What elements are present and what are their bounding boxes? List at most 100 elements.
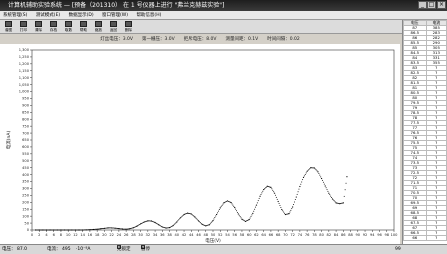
data-point-interp bbox=[228, 201, 230, 203]
x-tick-label: 42 bbox=[182, 233, 187, 237]
data-point-interp bbox=[257, 200, 259, 202]
toolbar-spectrum-button[interactable]: 谱图 bbox=[2, 21, 15, 33]
y-tick-label: 700 bbox=[22, 131, 30, 135]
data-point-interp bbox=[196, 218, 198, 220]
data-point-interp bbox=[179, 218, 181, 220]
data-point-interp bbox=[293, 204, 295, 206]
data-point-interp bbox=[298, 188, 300, 190]
data-point-interp bbox=[166, 227, 168, 229]
data-table-panel[interactable]: 电压 电流 87 385 86.5 283 86 282 85.5 290 85 305 84.5 3… bbox=[402, 20, 447, 244]
x-tick-label: 0 bbox=[31, 233, 34, 237]
data-point-interp bbox=[305, 172, 307, 174]
data-point-interp bbox=[160, 225, 162, 227]
data-point-interp bbox=[199, 222, 201, 224]
x-tick-label: 34 bbox=[153, 233, 158, 237]
data-point-interp bbox=[293, 201, 295, 203]
status-voltage-value: 87.0 bbox=[17, 247, 28, 252]
close-button[interactable]: × bbox=[437, 1, 446, 9]
data-point-interp bbox=[245, 220, 247, 222]
x-tick-label: 82 bbox=[327, 233, 332, 237]
data-point bbox=[335, 202, 337, 204]
x-tick-label: 84 bbox=[334, 233, 339, 237]
table-row[interactable]: 66? bbox=[403, 235, 447, 241]
x-tick-label: 46 bbox=[196, 233, 201, 237]
data-point-interp bbox=[174, 223, 176, 225]
toolbar-save-button[interactable]: 存档 bbox=[47, 21, 60, 33]
data-point-interp bbox=[326, 189, 328, 191]
data-point-interp bbox=[304, 173, 306, 175]
menu-help[interactable]: 帮助信息(H) bbox=[136, 13, 161, 18]
status-unit: ·10⁻⁸A bbox=[76, 247, 91, 252]
data-point-interp bbox=[177, 220, 179, 222]
data-point bbox=[255, 204, 258, 206]
data-point-interp bbox=[169, 226, 171, 228]
data-point-interp bbox=[43, 229, 45, 231]
data-point bbox=[281, 208, 283, 211]
toolbar-print-button[interactable]: 打印 bbox=[17, 21, 30, 33]
toolbar-clear-button[interactable]: 清除 bbox=[32, 21, 45, 33]
toolbar-help-button[interactable]: 帮助 bbox=[77, 21, 90, 33]
menu-system[interactable]: 系统管理(S) bbox=[3, 13, 27, 18]
data-point-interp bbox=[344, 189, 346, 191]
data-point-interp bbox=[297, 191, 299, 193]
data-point-interp bbox=[323, 183, 325, 185]
data-point bbox=[339, 203, 341, 205]
data-point-interp bbox=[221, 204, 223, 206]
toolbar-return-button[interactable]: 返回 bbox=[107, 21, 120, 33]
data-point-interp bbox=[116, 227, 118, 229]
data-point-interp bbox=[73, 229, 75, 231]
data-point-interp bbox=[336, 202, 338, 204]
data-point-interp bbox=[302, 179, 304, 181]
data-point-interp bbox=[141, 222, 143, 224]
x-tick-label: 92 bbox=[363, 233, 368, 237]
data-point-interp bbox=[300, 183, 302, 185]
data-point-interp bbox=[57, 229, 59, 231]
data-point-interp bbox=[222, 203, 224, 205]
data-point-interp bbox=[325, 187, 327, 189]
data-point-interp bbox=[329, 194, 331, 196]
data-point-interp bbox=[256, 202, 258, 204]
data-point-interp bbox=[285, 213, 287, 215]
data-point bbox=[197, 220, 200, 222]
data-point-interp bbox=[40, 229, 42, 231]
data-point-interp bbox=[253, 210, 255, 212]
menu-window[interactable]: 窗口管理(W) bbox=[102, 13, 128, 18]
data-point-interp bbox=[296, 193, 298, 195]
x-tick-label: 44 bbox=[189, 233, 194, 237]
data-point-interp bbox=[240, 217, 242, 219]
data-point-interp bbox=[180, 216, 182, 218]
maximize-button[interactable]: □ bbox=[427, 1, 436, 9]
data-point-interp bbox=[64, 229, 66, 231]
minimize-button[interactable]: _ bbox=[418, 1, 427, 9]
x-tick-label: 70 bbox=[283, 233, 288, 237]
table-cell-current: ? bbox=[425, 235, 447, 241]
data-point-interp bbox=[213, 218, 215, 220]
data-point-interp bbox=[283, 211, 285, 213]
data-point-interp bbox=[231, 203, 233, 205]
data-point-interp bbox=[345, 182, 347, 184]
data-point-interp bbox=[206, 225, 208, 227]
toolbar-fetch-button[interactable]: 取数 bbox=[62, 21, 75, 33]
table-cell-voltage: 66 bbox=[403, 235, 427, 241]
menu-data-display[interactable]: 数据显示(D) bbox=[69, 13, 94, 18]
data-point-interp bbox=[79, 229, 81, 231]
data-point-interp bbox=[227, 200, 229, 202]
data-point-interp bbox=[318, 173, 320, 175]
data-point-interp bbox=[224, 201, 226, 203]
y-tick-label: 600 bbox=[22, 145, 30, 149]
data-point bbox=[158, 224, 160, 226]
data-point bbox=[208, 224, 210, 226]
data-point-interp bbox=[109, 227, 111, 229]
data-point-interp bbox=[343, 195, 345, 197]
data-point-interp bbox=[170, 226, 172, 228]
title-bar: 计算机辅助实验系统 — [预备（201310） 在 1 号仪器上进行 "弗兰克赫… bbox=[0, 0, 447, 11]
data-point-interp bbox=[236, 210, 238, 212]
toolbar-delete-button[interactable]: 删除 bbox=[122, 21, 135, 33]
data-point bbox=[288, 213, 290, 215]
x-tick-label: 32 bbox=[146, 233, 151, 237]
x-tick-label: 50 bbox=[211, 233, 216, 237]
menu-test-mode[interactable]: 测试模式(E) bbox=[36, 13, 60, 18]
data-point-interp bbox=[65, 229, 67, 231]
x-tick-label: 52 bbox=[218, 233, 223, 237]
toolbar-zoom-button[interactable]: 缩放 bbox=[92, 21, 105, 33]
